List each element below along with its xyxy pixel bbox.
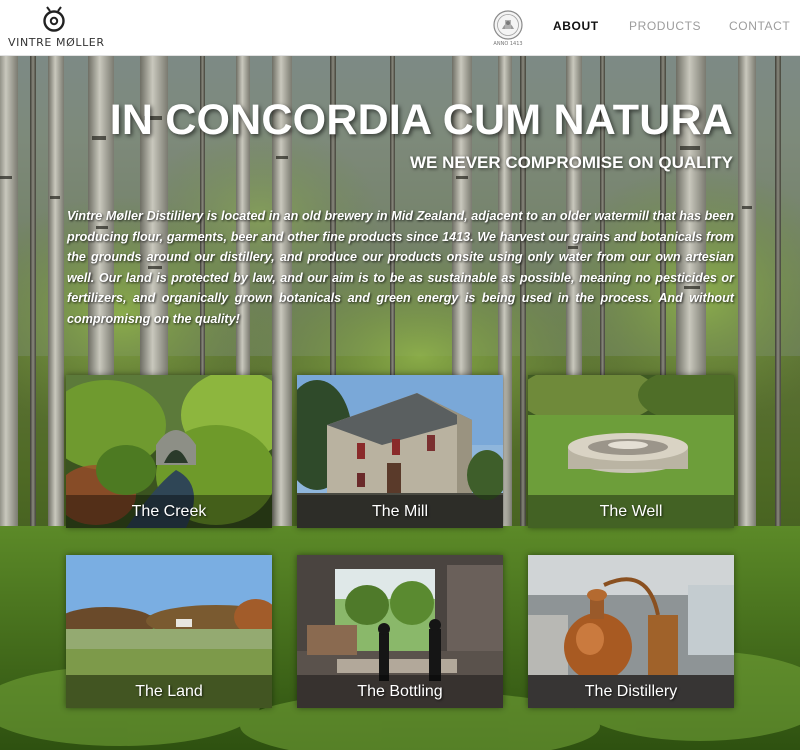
- tile-creek[interactable]: The Creek: [66, 375, 272, 528]
- tile-bottling[interactable]: The Bottling: [297, 555, 503, 708]
- page-headline: IN CONCORDIA CUM NATURA: [109, 96, 733, 144]
- tile-distillery[interactable]: The Distillery: [528, 555, 734, 708]
- site-header: VINTRE MØLLER ANNO 1413 ABOUT PRODUCTS C…: [0, 0, 800, 56]
- intro-paragraph: Vintre Møller Distililery is located in …: [67, 209, 734, 326]
- tile-well[interactable]: The Well: [528, 375, 734, 528]
- brand-name: VINTRE MØLLER: [8, 36, 105, 49]
- nav-about[interactable]: ABOUT: [553, 19, 599, 33]
- tile-caption: The Mill: [297, 495, 503, 528]
- hero-section: IN CONCORDIA CUM NATURA WE NEVER COMPROM…: [0, 56, 800, 750]
- mill-wheel-icon: [43, 6, 65, 32]
- page-subheadline: WE NEVER COMPROMISE ON QUALITY: [409, 153, 733, 172]
- tile-caption: The Well: [528, 495, 734, 528]
- tile-land[interactable]: The Land: [66, 555, 272, 708]
- tile-caption: The Distillery: [528, 675, 734, 708]
- tile-caption: The Bottling: [297, 675, 503, 708]
- tile-mill[interactable]: The Mill: [297, 375, 503, 528]
- nav-products[interactable]: PRODUCTS: [629, 19, 701, 33]
- seal-text: ANNO 1413: [493, 41, 522, 47]
- tile-caption: The Creek: [66, 495, 272, 528]
- nav-contact[interactable]: CONTACT: [729, 19, 790, 33]
- anno-seal-icon: ANNO 1413: [493, 10, 523, 47]
- brand-logo[interactable]: VINTRE MØLLER: [8, 6, 104, 50]
- tile-caption: The Land: [66, 675, 272, 708]
